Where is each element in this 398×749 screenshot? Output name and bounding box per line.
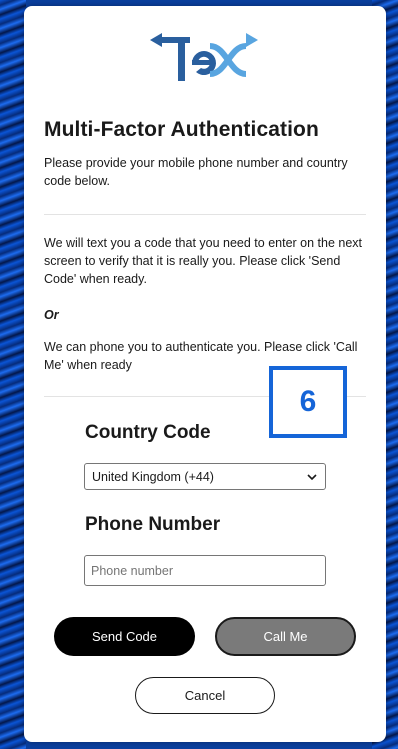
intro-text: Please provide your mobile phone number … — [44, 156, 348, 188]
call-me-button[interactable]: Call Me — [215, 617, 356, 656]
mfa-card: Multi-Factor Authentication Please provi… — [24, 6, 386, 742]
page-title: Multi-Factor Authentication — [44, 118, 319, 141]
cancel-button[interactable]: Cancel — [135, 677, 275, 714]
phone-number-placeholder: Phone number — [91, 563, 174, 578]
or-separator: Or — [44, 308, 59, 322]
phone-number-label: Phone Number — [85, 514, 221, 535]
sms-instructions: We will text you a code that you need to… — [44, 236, 363, 286]
logo-arrow-right-icon — [246, 33, 258, 47]
divider — [44, 214, 366, 215]
send-code-button[interactable]: Send Code — [54, 617, 195, 656]
country-code-select[interactable]: United Kingdom (+44) — [84, 463, 326, 490]
background-left — [0, 0, 26, 749]
step-badge: 6 — [269, 366, 347, 438]
country-code-value: United Kingdom (+44) — [92, 469, 214, 484]
phone-number-input[interactable]: Phone number — [84, 555, 326, 586]
chevron-down-icon — [307, 474, 317, 481]
country-code-label: Country Code — [85, 422, 211, 443]
tex-logo — [148, 30, 260, 86]
